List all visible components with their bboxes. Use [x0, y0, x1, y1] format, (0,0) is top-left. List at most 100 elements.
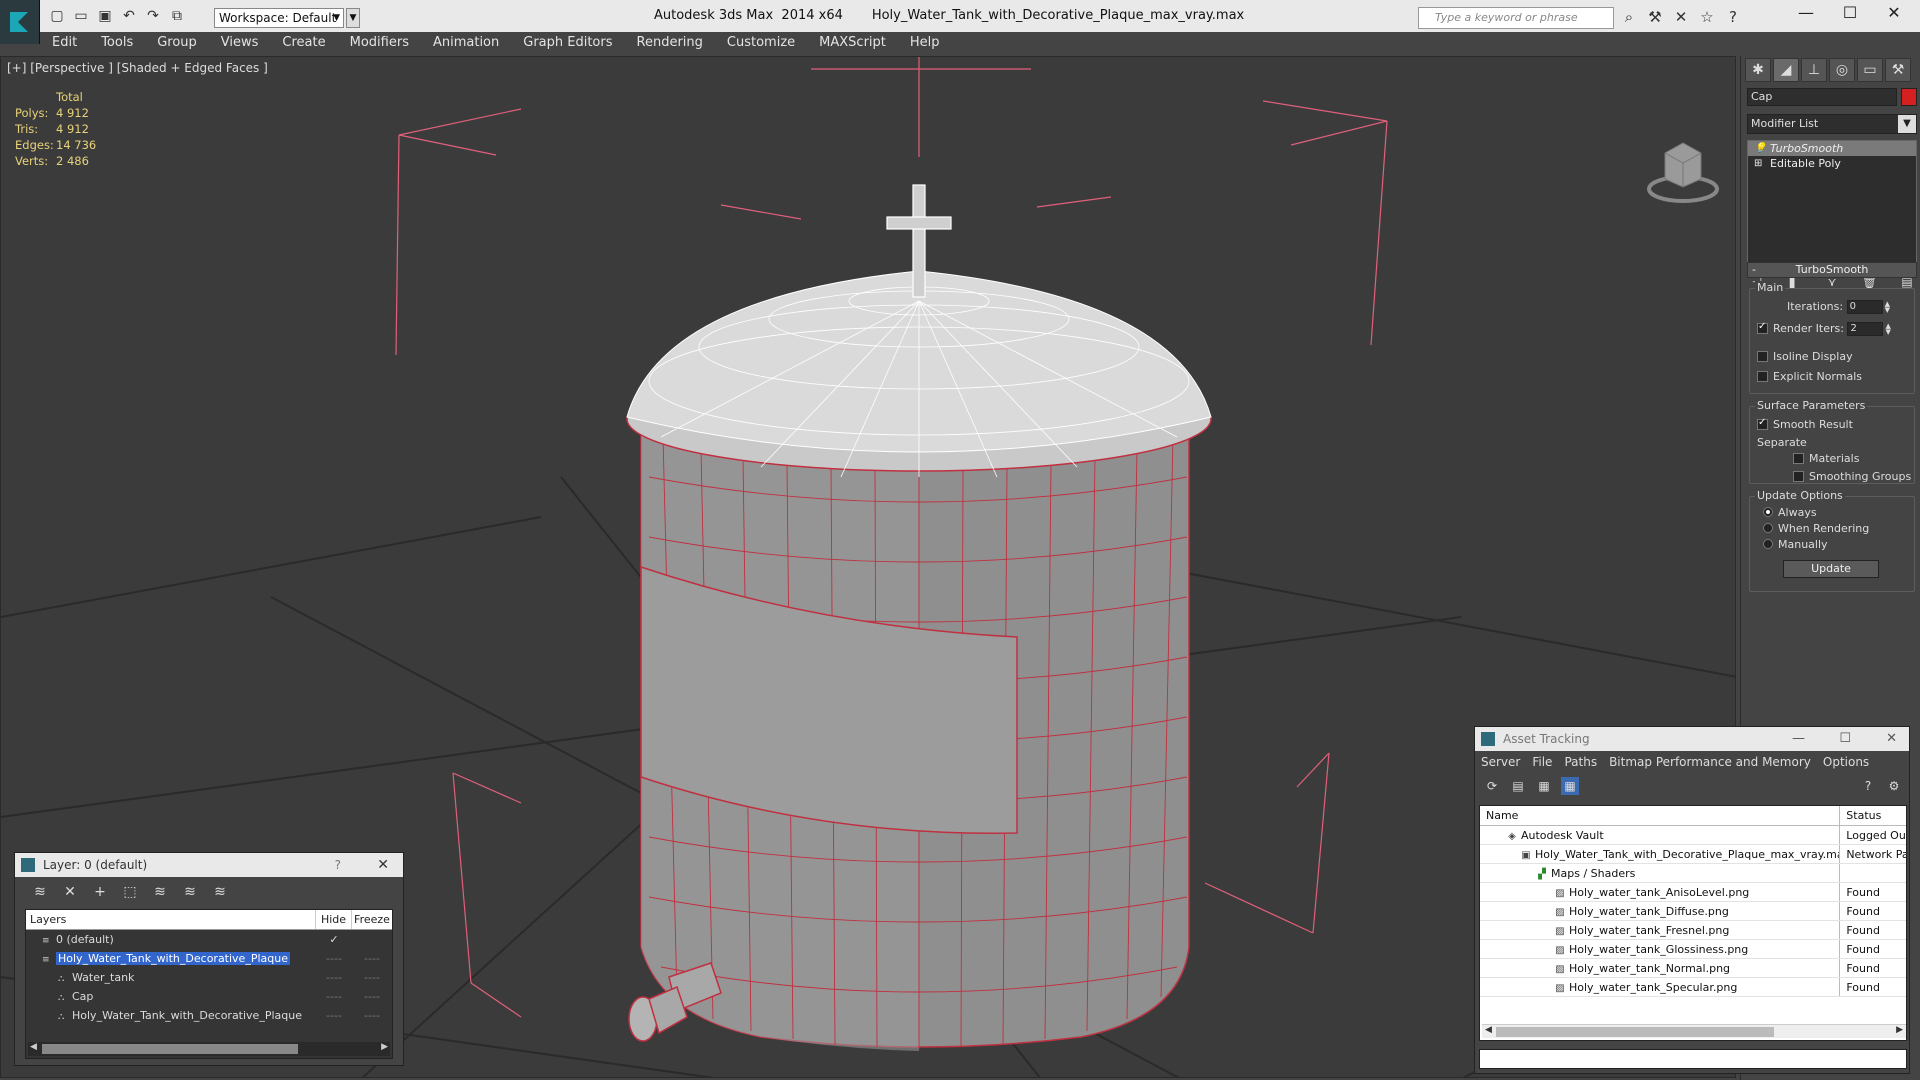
freeze-toggle[interactable]: ---- — [352, 1006, 392, 1025]
table-row[interactable]: ▣ Holy_Water_Tank_with_Decorative_Plaque_… — [1480, 845, 1906, 864]
horizontal-scrollbar[interactable]: ◀ ▶ — [1482, 1024, 1906, 1038]
menu-views[interactable]: Views — [209, 32, 271, 54]
hide-toggle[interactable]: ---- — [316, 968, 352, 987]
create-layer-icon[interactable]: ≋ — [31, 883, 49, 901]
delete-layer-icon[interactable]: ✕ — [61, 883, 79, 901]
water-tank-model[interactable] — [626, 184, 1212, 1051]
minimize-icon[interactable]: — — [1792, 727, 1805, 751]
table-row[interactable]: ⛬ Water_tank ---- ---- — [26, 968, 392, 987]
col-hide[interactable]: Hide — [316, 910, 352, 929]
viewcube-icon[interactable] — [1647, 142, 1719, 203]
scrollbar-thumb[interactable] — [42, 1044, 298, 1054]
layer-dialog-titlebar[interactable]: Layer: 0 (default) ? ✕ — [15, 853, 403, 877]
table-row[interactable]: ▨ Holy_water_tank_AnisoLevel.png Found — [1480, 883, 1906, 902]
list-view-icon[interactable]: ▤ — [1509, 777, 1527, 795]
stack-item-editable-poly[interactable]: ⊞ Editable Poly — [1748, 156, 1916, 171]
menu-create[interactable]: Create — [270, 32, 337, 54]
lightbulb-icon[interactable]: 💡 — [1754, 141, 1766, 156]
select-objects-icon[interactable]: ⬚ — [121, 883, 139, 901]
viewport-label[interactable]: [+] [Perspective ] [Shaded + Edged Faces… — [7, 61, 268, 75]
menu-animation[interactable]: Animation — [421, 32, 511, 54]
object-name-field[interactable]: Cap — [1747, 88, 1897, 106]
freeze-all-icon[interactable]: ≋ — [211, 883, 229, 901]
add-to-layer-icon[interactable]: + — [91, 883, 109, 901]
save-file-icon[interactable]: ▣ — [96, 7, 114, 25]
maximize-icon[interactable]: ☐ — [1839, 727, 1851, 751]
table-row[interactable]: ▨ Holy_water_tank_Normal.png Found — [1480, 959, 1906, 978]
create-tab-icon[interactable]: ✱ — [1745, 58, 1771, 82]
binoculars-icon[interactable]: ⌕ — [1620, 8, 1638, 26]
table-row[interactable]: ◈ Autodesk Vault Logged Out — [1480, 826, 1906, 845]
scroll-right-icon[interactable]: ▶ — [381, 1042, 388, 1052]
menu-paths[interactable]: Paths — [1564, 751, 1597, 773]
thumbnail-view-icon[interactable]: ▦ — [1535, 777, 1553, 795]
menu-server[interactable]: Server — [1481, 751, 1520, 773]
table-row[interactable]: ▨ Holy_water_tank_Diffuse.png Found — [1480, 902, 1906, 921]
hierarchy-tab-icon[interactable]: ⊥ — [1801, 58, 1827, 82]
close-icon[interactable]: ✕ — [377, 853, 389, 877]
table-view-icon[interactable]: ▦ — [1561, 777, 1579, 795]
help-icon[interactable]: ? — [1724, 8, 1742, 26]
col-status[interactable]: Status — [1840, 806, 1906, 825]
menu-modifiers[interactable]: Modifiers — [338, 32, 421, 54]
utilities-tab-icon[interactable]: ⚒ — [1885, 58, 1911, 82]
menu-maxscript[interactable]: MAXScript — [807, 32, 898, 54]
scrollbar-thumb[interactable] — [1496, 1027, 1774, 1037]
render-iters-checkbox[interactable] — [1757, 321, 1768, 334]
undo-icon[interactable]: ↶ — [120, 7, 138, 25]
hide-toggle[interactable]: ---- — [316, 949, 352, 968]
object-color-swatch[interactable] — [1901, 88, 1917, 106]
menu-file[interactable]: File — [1532, 751, 1552, 773]
motion-tab-icon[interactable]: ◎ — [1829, 58, 1855, 82]
col-layers[interactable]: Layers — [26, 910, 316, 929]
stack-item-turbosmooth[interactable]: 💡 TurboSmooth — [1748, 141, 1916, 156]
always-radio[interactable] — [1763, 507, 1773, 517]
table-row[interactable]: ⛬ Cap ---- ---- — [26, 987, 392, 1006]
freeze-toggle[interactable]: ---- — [352, 987, 392, 1006]
new-file-icon[interactable]: ▢ — [48, 7, 66, 25]
smooth-result-checkbox[interactable] — [1757, 417, 1768, 430]
project-folder-icon[interactable]: ⧉ — [168, 7, 186, 25]
menu-graph-editors[interactable]: Graph Editors — [511, 32, 624, 54]
settings-icon[interactable]: ⚙ — [1885, 777, 1903, 795]
freeze-toggle[interactable] — [352, 930, 392, 949]
asset-path-field[interactable] — [1479, 1049, 1907, 1069]
search-input[interactable]: Type a keyword or phrase — [1418, 7, 1614, 29]
hide-toggle[interactable]: ---- — [316, 1006, 352, 1025]
menu-options[interactable]: Options — [1823, 751, 1869, 773]
table-row[interactable]: ▨ Holy_water_tank_Specular.png Found — [1480, 978, 1906, 997]
open-file-icon[interactable]: ▭ — [72, 7, 90, 25]
table-row[interactable]: ▨ Holy_water_tank_Fresnel.png Found — [1480, 921, 1906, 940]
isoline-checkbox[interactable] — [1757, 350, 1768, 362]
freeze-toggle[interactable]: ---- — [352, 949, 392, 968]
menu-edit[interactable]: Edit — [40, 32, 89, 54]
freeze-toggle[interactable]: ---- — [352, 968, 392, 987]
materials-checkbox[interactable] — [1793, 452, 1804, 464]
menu-bitmap-performance[interactable]: Bitmap Performance and Memory — [1609, 751, 1811, 773]
close-icon[interactable]: ✕ — [1886, 727, 1897, 751]
table-row[interactable]: ▨ Holy_water_tank_Glossiness.png Found — [1480, 940, 1906, 959]
minimize-icon[interactable]: — — [1786, 3, 1826, 22]
menu-group[interactable]: Group — [145, 32, 209, 54]
table-row[interactable]: ⛬ Holy_Water_Tank_with_Decorative_Plaque … — [26, 1006, 392, 1025]
menu-help[interactable]: Help — [898, 32, 952, 54]
help-icon[interactable]: ? — [335, 853, 341, 877]
refresh-icon[interactable]: ⟳ — [1483, 777, 1501, 795]
table-row[interactable]: ≡ 0 (default) ✓ — [26, 930, 392, 949]
scroll-left-icon[interactable]: ◀ — [30, 1042, 37, 1052]
display-tab-icon[interactable]: ▭ — [1857, 58, 1883, 82]
menu-tools[interactable]: Tools — [89, 32, 145, 54]
modify-tab-icon[interactable]: ◢ — [1773, 58, 1799, 82]
close-icon[interactable]: ✕ — [1874, 3, 1914, 22]
maximize-icon[interactable]: ☐ — [1830, 3, 1870, 22]
help-icon[interactable]: ? — [1859, 777, 1877, 795]
when-rendering-radio[interactable] — [1763, 523, 1773, 533]
table-row[interactable]: ≡ Holy_Water_Tank_with_Decorative_Plaque … — [26, 949, 392, 968]
communication-icon[interactable]: ✕ — [1672, 8, 1690, 26]
app-logo[interactable] — [0, 0, 40, 44]
manually-radio[interactable] — [1763, 539, 1773, 549]
explicit-normals-checkbox[interactable] — [1757, 370, 1768, 382]
spinner-arrows-icon[interactable]: ▲ ▼ — [1885, 301, 1890, 314]
menu-rendering[interactable]: Rendering — [625, 32, 715, 54]
workspace-dropdown[interactable]: Workspace: Default ▼ — [214, 8, 344, 28]
